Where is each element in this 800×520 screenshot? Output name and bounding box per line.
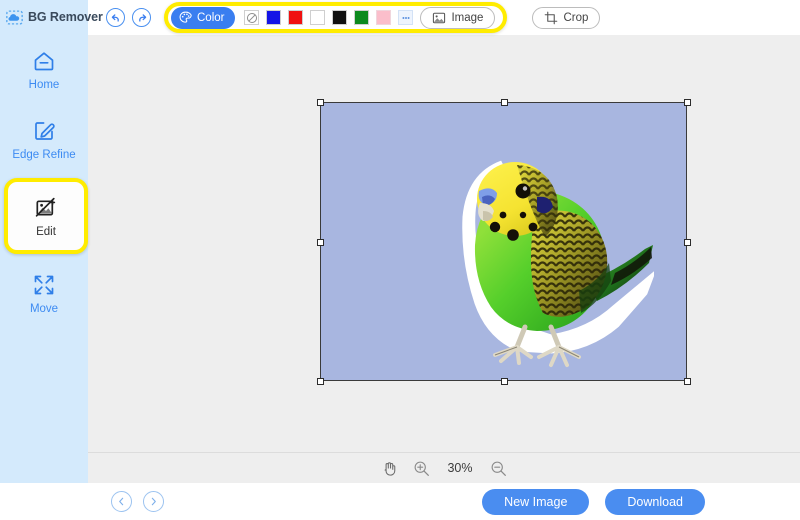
image-mode-label: Image xyxy=(451,11,484,24)
download-button[interactable]: Download xyxy=(605,488,705,515)
swatch-blue[interactable] xyxy=(266,10,282,25)
swatch-black[interactable] xyxy=(332,10,348,25)
primary-actions: New Image Download xyxy=(482,488,705,515)
handle-bottom-right[interactable] xyxy=(684,378,691,385)
sidebar-nav: Home Edge Refine Edit Move xyxy=(0,32,88,315)
previous-image-button[interactable] xyxy=(111,491,132,512)
handle-top-center[interactable] xyxy=(501,99,508,106)
handle-middle-right[interactable] xyxy=(684,239,691,246)
color-mode-button[interactable]: Color xyxy=(171,6,236,29)
undo-arrow-icon xyxy=(111,13,119,22)
zoom-toolbar: 30% xyxy=(88,452,800,483)
swatch-green[interactable] xyxy=(354,10,370,25)
pen-square-icon xyxy=(35,121,55,140)
handle-top-right[interactable] xyxy=(684,99,691,106)
chevron-right-icon xyxy=(151,497,156,506)
handle-bottom-left[interactable] xyxy=(317,378,324,385)
new-image-button[interactable]: New Image xyxy=(482,488,590,515)
swatch-more[interactable] xyxy=(398,10,414,25)
crop-icon xyxy=(545,11,558,24)
sidebar-item-edit-label: Edit xyxy=(36,225,56,238)
swatch-white[interactable] xyxy=(310,10,326,25)
swatch-pink[interactable] xyxy=(376,10,392,25)
no-color-icon xyxy=(246,12,258,23)
handle-middle-left[interactable] xyxy=(317,239,324,246)
image-edit-icon xyxy=(35,197,56,217)
chevron-left-icon xyxy=(119,497,124,506)
redo-button[interactable] xyxy=(132,8,151,27)
sidebar-item-home-label: Home xyxy=(28,78,60,91)
swatch-transparent[interactable] xyxy=(244,10,260,25)
image-mode-button[interactable]: Image xyxy=(420,6,496,29)
home-icon xyxy=(34,51,54,70)
sidebar-item-edge-refine-label: Edge Refine xyxy=(12,148,76,161)
bottom-action-bar: New Image Download xyxy=(0,483,800,520)
undo-button[interactable] xyxy=(106,8,125,27)
more-dots-icon xyxy=(402,16,410,19)
hand-tool-icon[interactable] xyxy=(381,460,398,477)
sidebar-item-edit[interactable]: Edit xyxy=(4,178,88,254)
sidebar-item-move[interactable]: Move xyxy=(0,262,88,324)
picture-icon xyxy=(433,12,446,23)
crop-button[interactable]: Crop xyxy=(532,6,601,29)
palette-icon xyxy=(179,11,192,23)
color-mode-label: Color xyxy=(197,11,225,24)
crop-label: Crop xyxy=(563,11,589,24)
handle-bottom-center[interactable] xyxy=(501,378,508,385)
zoom-in-icon[interactable] xyxy=(413,460,430,477)
app-brand: BG Remover xyxy=(0,0,103,28)
editor-canvas[interactable] xyxy=(88,35,800,452)
redo-arrow-icon xyxy=(138,13,146,22)
swatch-row xyxy=(244,10,414,25)
app-root: 30% Color Image Crop BG Remover Home Edg… xyxy=(0,0,800,520)
app-brand-label: BG Remover xyxy=(28,10,103,24)
left-sidebar: BG Remover Home Edge Refine Edit Move xyxy=(0,0,103,483)
canvas-image-budgerigar[interactable] xyxy=(439,141,654,373)
top-toolbar: Color Image Crop xyxy=(88,0,800,35)
background-options-group: Color Image xyxy=(164,2,508,33)
sidebar-item-edge-refine[interactable]: Edge Refine xyxy=(0,108,88,170)
next-image-button[interactable] xyxy=(143,491,164,512)
cloud-cutout-icon xyxy=(6,9,23,25)
zoom-out-icon[interactable] xyxy=(490,460,507,477)
sidebar-item-home[interactable]: Home xyxy=(0,38,88,100)
swatch-red[interactable] xyxy=(288,10,304,25)
move-arrows-icon xyxy=(34,275,54,294)
handle-top-left[interactable] xyxy=(317,99,324,106)
zoom-level-label: 30% xyxy=(447,461,473,475)
image-selection-box[interactable] xyxy=(317,99,691,385)
pager-controls xyxy=(111,491,164,512)
sidebar-item-move-label: Move xyxy=(29,302,59,315)
